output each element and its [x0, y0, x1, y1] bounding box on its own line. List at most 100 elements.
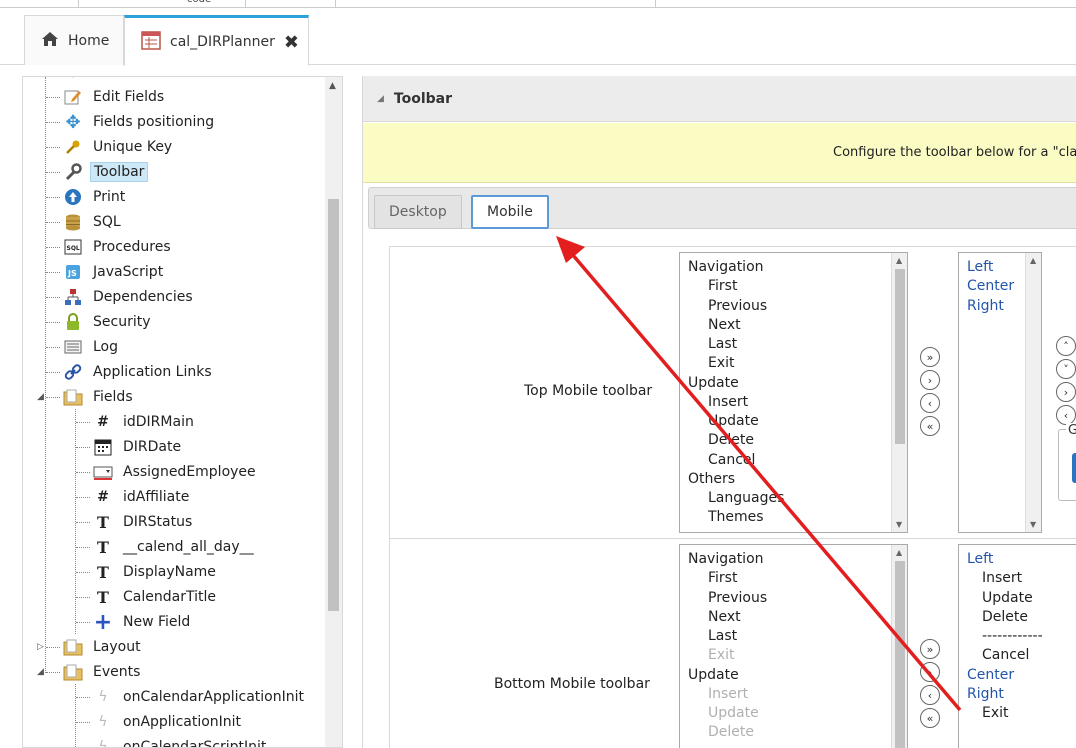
- tree-item-field[interactable]: T __calend_all_day__: [93, 535, 257, 559]
- bottom-selected-buttons-list[interactable]: Left Insert Update Delete ------------ C…: [958, 544, 1076, 748]
- tree-item-javascript[interactable]: JS JavaScript: [63, 260, 166, 284]
- scroll-up-icon[interactable]: ▲: [896, 256, 902, 265]
- list-item[interactable]: Delete: [708, 432, 754, 451]
- tab-cal-dirplanner[interactable]: cal_DIRPlanner ✖: [124, 15, 309, 66]
- move-all-left-icon[interactable]: «: [920, 416, 940, 436]
- list-item[interactable]: Center: [967, 278, 1014, 297]
- list-item[interactable]: Previous: [708, 590, 767, 609]
- list-item[interactable]: Delete: [982, 609, 1028, 628]
- tree-item-event[interactable]: ϟ onCalendarScriptInit: [93, 735, 269, 747]
- tree-item-events[interactable]: Events: [63, 660, 143, 684]
- tree-item-fields[interactable]: Fields: [63, 385, 136, 409]
- tree-item-security[interactable]: Security: [63, 310, 154, 334]
- list-item[interactable]: Exit: [708, 647, 735, 666]
- list-scrollbar[interactable]: ▲ ▼: [1025, 253, 1041, 532]
- list-item[interactable]: Update: [982, 590, 1033, 609]
- list-item[interactable]: Left: [967, 551, 993, 570]
- tree-item-application-links[interactable]: Application Links: [63, 360, 215, 384]
- move-all-right-icon[interactable]: »: [920, 347, 940, 367]
- collapse-fields-icon[interactable]: ◢: [37, 385, 44, 409]
- close-icon[interactable]: ✖: [284, 32, 299, 53]
- list-item[interactable]: ------------: [982, 628, 1043, 647]
- scrollbar-thumb[interactable]: [328, 199, 339, 611]
- list-scrollbar[interactable]: ▲: [891, 545, 907, 748]
- top-available-buttons-list[interactable]: Navigation First Previous Next Last Exit…: [679, 252, 908, 533]
- scroll-up-icon[interactable]: ▲: [896, 548, 902, 557]
- scroll-down-icon[interactable]: ▼: [1030, 520, 1036, 529]
- tree-item-field[interactable]: # idDIRMain: [93, 410, 197, 434]
- tree-item-fields-positioning[interactable]: ✥ Fields positioning: [63, 110, 217, 134]
- list-item[interactable]: Languages: [708, 490, 784, 509]
- list-item[interactable]: Delete: [708, 724, 754, 743]
- list-item[interactable]: Next: [708, 317, 741, 336]
- tree-item-layout[interactable]: Layout: [63, 635, 144, 659]
- tree-item-field[interactable]: DIRDate: [93, 435, 184, 459]
- move-right-icon[interactable]: ›: [920, 662, 940, 682]
- list-item[interactable]: Right: [967, 686, 1004, 705]
- move-right-icon[interactable]: ›: [920, 370, 940, 390]
- tree-item-print[interactable]: Print: [63, 185, 128, 209]
- tree-item-field[interactable]: T CalendarTitle: [93, 585, 219, 609]
- tree-item-settings[interactable]: ⚙: [63, 77, 90, 85]
- panel-header[interactable]: ◢ Toolbar: [363, 76, 1076, 122]
- list-item[interactable]: Update: [688, 375, 739, 394]
- list-item[interactable]: Last: [708, 628, 737, 647]
- collapse-triangle-icon[interactable]: ◢: [377, 94, 384, 104]
- list-item[interactable]: Left: [967, 259, 993, 278]
- scrollbar-thumb[interactable]: [895, 561, 905, 748]
- top-selected-buttons-list[interactable]: Left Center Right ▲ ▼: [958, 252, 1042, 533]
- list-scrollbar[interactable]: ▲ ▼: [891, 253, 907, 532]
- move-down-icon[interactable]: ˅: [1056, 359, 1076, 379]
- move-up-icon[interactable]: ˄: [1056, 336, 1076, 356]
- list-item[interactable]: Center: [967, 667, 1014, 686]
- list-item[interactable]: Insert: [708, 686, 748, 705]
- list-item[interactable]: Others: [688, 471, 735, 490]
- list-item[interactable]: Cancel: [982, 647, 1029, 666]
- expand-layout-icon[interactable]: ▷: [37, 635, 44, 659]
- tree-item-dependencies[interactable]: Dependencies: [63, 285, 196, 309]
- list-item[interactable]: Right: [967, 298, 1004, 317]
- list-item[interactable]: Insert: [708, 394, 748, 413]
- tree-item-log[interactable]: Log: [63, 335, 121, 359]
- list-item[interactable]: Navigation: [688, 259, 764, 278]
- list-item[interactable]: Update: [688, 667, 739, 686]
- list-item[interactable]: Navigation: [688, 551, 764, 570]
- tree-scrollbar[interactable]: ▲: [325, 77, 342, 747]
- list-item[interactable]: Update: [708, 705, 759, 724]
- bottom-available-buttons-list[interactable]: Navigation First Previous Next Last Exit…: [679, 544, 908, 748]
- list-item[interactable]: Last: [708, 336, 737, 355]
- tree-item-new-field[interactable]: + New Field: [93, 610, 193, 635]
- move-all-left-icon[interactable]: «: [920, 708, 940, 728]
- list-item[interactable]: Themes: [708, 509, 764, 528]
- tab-home[interactable]: Home: [24, 15, 124, 65]
- group-box-button[interactable]: [1072, 453, 1076, 483]
- scroll-up-icon[interactable]: ▲: [329, 81, 336, 91]
- scrollbar-thumb[interactable]: [895, 269, 905, 444]
- list-item[interactable]: Exit: [982, 705, 1009, 724]
- tree-item-edit-fields[interactable]: Edit Fields: [63, 85, 167, 109]
- move-right-icon[interactable]: ›: [1056, 382, 1076, 402]
- move-left-icon[interactable]: ‹: [1056, 405, 1076, 425]
- list-item[interactable]: Cancel: [708, 452, 755, 471]
- move-left-icon[interactable]: ‹: [920, 685, 940, 705]
- tree-item-field[interactable]: # idAffiliate: [93, 485, 192, 509]
- tree-item-field[interactable]: T DIRStatus: [93, 510, 195, 534]
- list-item[interactable]: First: [708, 570, 737, 589]
- scroll-down-icon[interactable]: ▼: [896, 520, 902, 529]
- move-left-icon[interactable]: ‹: [920, 393, 940, 413]
- tree-item-event[interactable]: ϟ onApplicationInit: [93, 710, 244, 734]
- list-item[interactable]: Exit: [708, 355, 735, 374]
- tree-item-field[interactable]: AssignedEmployee: [93, 460, 259, 484]
- list-item[interactable]: Update: [708, 413, 759, 432]
- scroll-up-icon[interactable]: ▲: [1030, 256, 1036, 265]
- list-item[interactable]: First: [708, 278, 737, 297]
- tree-item-procedures[interactable]: SQL Procedures: [63, 235, 174, 259]
- desktop-mode-button[interactable]: Desktop: [374, 195, 462, 229]
- list-item[interactable]: Insert: [982, 570, 1022, 589]
- tree-item-event[interactable]: ϟ onCalendarApplicationInit: [93, 685, 307, 709]
- mobile-mode-button[interactable]: Mobile: [471, 195, 549, 229]
- list-item[interactable]: Previous: [708, 298, 767, 317]
- navigation-tree[interactable]: ⚙ Edit Fields ✥ Fields positioning Uniqu…: [22, 76, 343, 748]
- list-item[interactable]: Next: [708, 609, 741, 628]
- collapse-events-icon[interactable]: ◢: [37, 660, 44, 684]
